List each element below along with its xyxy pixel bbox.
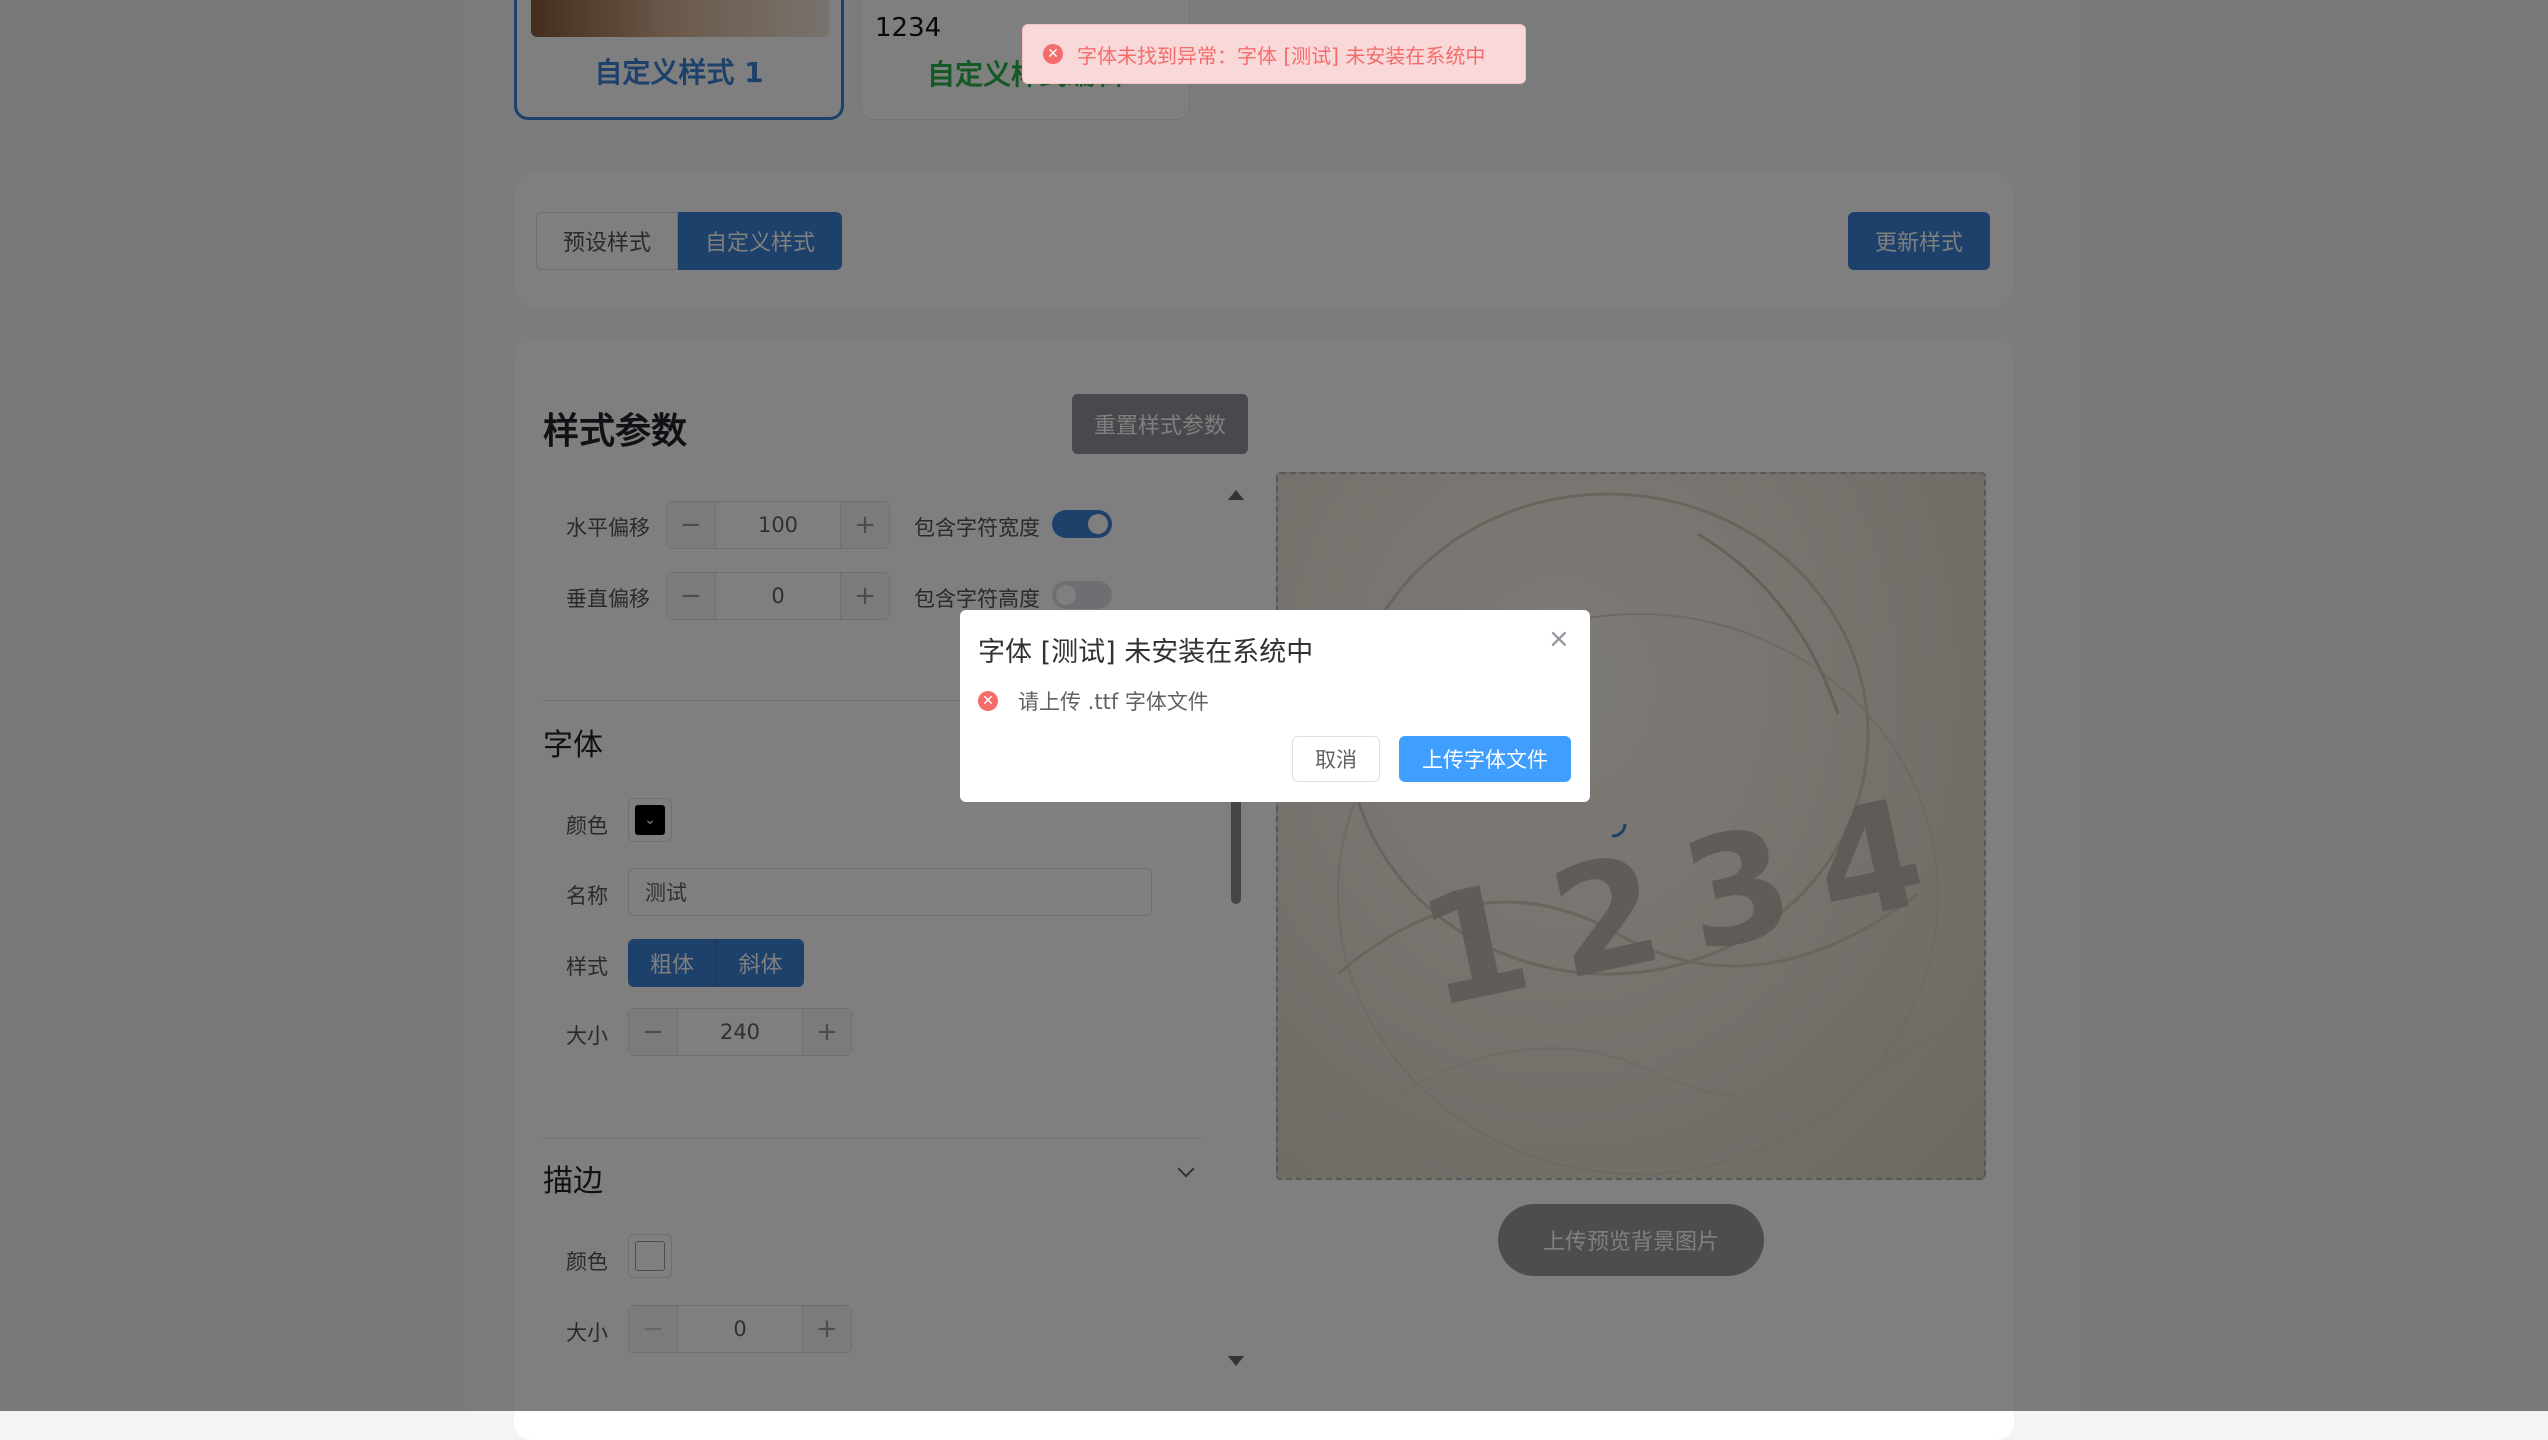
toast-error-icon: ✕ bbox=[1043, 44, 1063, 64]
dialog-close-icon[interactable]: × bbox=[1548, 626, 1570, 652]
dialog-cancel-button[interactable]: 取消 bbox=[1292, 736, 1380, 782]
toast-message: 字体未找到异常：字体 [测试] 未安装在系统中 bbox=[1077, 43, 1486, 68]
dialog-message: 请上传 .ttf 字体文件 bbox=[1018, 690, 1209, 714]
dialog-title: 字体 [测试] 未安装在系统中 bbox=[978, 637, 1314, 668]
font-missing-dialog: 字体 [测试] 未安装在系统中 × ✕ 请上传 .ttf 字体文件 取消 上传字… bbox=[960, 610, 1590, 802]
dialog-error-icon: ✕ bbox=[978, 691, 998, 711]
dialog-message-row: ✕ 请上传 .ttf 字体文件 bbox=[978, 686, 1209, 716]
error-toast: ✕ 字体未找到异常：字体 [测试] 未安装在系统中 bbox=[1022, 24, 1526, 84]
dialog-upload-font-button[interactable]: 上传字体文件 bbox=[1399, 736, 1571, 782]
